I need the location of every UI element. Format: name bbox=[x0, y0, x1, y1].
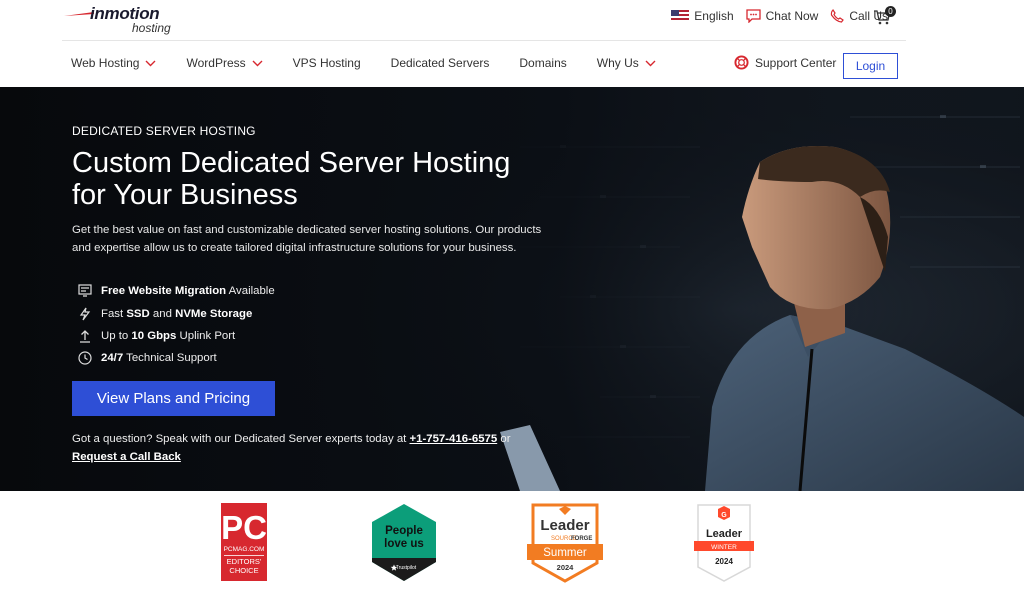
question-text: Got a question? Speak with our Dedicated… bbox=[72, 433, 410, 445]
g2-title: Leader bbox=[706, 528, 743, 540]
lightning-icon bbox=[79, 307, 91, 320]
feature-text: Technical Support bbox=[123, 352, 217, 365]
feature-text: NVMe Storage bbox=[175, 307, 253, 320]
clock-icon bbox=[78, 351, 92, 365]
question-or: or bbox=[497, 433, 511, 445]
chat-now-link[interactable]: Chat Now bbox=[745, 9, 819, 23]
nav-item-label: Why Us bbox=[596, 56, 639, 70]
nav-item-label: WordPress bbox=[186, 56, 246, 70]
nav-item-vps-hosting[interactable]: VPS Hosting bbox=[293, 56, 361, 70]
logo-sub: hosting bbox=[132, 21, 171, 35]
inmotion-logo[interactable]: inmotion hosting bbox=[64, 4, 184, 36]
trustpilot-badge: People love us Trustpilot bbox=[372, 504, 436, 581]
feature-list: Free Website Migration Available Fast SSD… bbox=[78, 280, 275, 370]
chat-icon bbox=[745, 9, 761, 23]
sf-title: Leader bbox=[540, 517, 589, 534]
feature-text: 24/7 bbox=[101, 352, 124, 365]
us-flag-icon bbox=[671, 10, 690, 22]
nav-item-domains[interactable]: Domains bbox=[519, 56, 566, 70]
top-actions: English Chat Now Call Us bbox=[671, 9, 888, 23]
sourceforge-leader-badge: Leader SOURCE FORGE Summer 2024 bbox=[527, 503, 603, 583]
chevron-down-icon bbox=[252, 60, 263, 66]
nav-item-label: Domains bbox=[519, 56, 567, 70]
g2-leader-badge: G Leader WINTER 2024 bbox=[694, 504, 754, 582]
feature-text: Fast bbox=[101, 307, 127, 320]
nav-item-label: VPS Hosting bbox=[292, 56, 361, 70]
lifebuoy-icon bbox=[734, 55, 749, 70]
feature-text: Uplink Port bbox=[176, 329, 236, 342]
cart-count-badge: 0 bbox=[885, 6, 896, 17]
chevron-down-icon bbox=[645, 60, 656, 66]
nav-item-label: Dedicated Servers bbox=[390, 56, 490, 70]
g2-logo-icon: G bbox=[721, 512, 727, 519]
pc-big-text: PC bbox=[221, 509, 267, 546]
feature-item: Fast SSD and NVMe Storage bbox=[78, 302, 275, 324]
awards-strip: PC PCMAG.COM EDITORS' CHOICE People love… bbox=[0, 491, 1024, 599]
pcmag-editors-choice-badge: PC PCMAG.COM EDITORS' CHOICE bbox=[221, 503, 267, 581]
nav-item-wordpress[interactable]: WordPress bbox=[186, 56, 263, 70]
nav-links: Web Hosting WordPress VPS Hosting Dedicated… bbox=[71, 56, 686, 70]
contact-question: Got a question? Speak with our Dedicated… bbox=[72, 431, 552, 466]
upload-arrow-icon bbox=[80, 330, 90, 343]
main-nav: Web Hosting WordPress VPS Hosting Dedicated… bbox=[0, 41, 1024, 87]
hero-eyebrow: DEDICATED SERVER HOSTING bbox=[72, 124, 256, 138]
language-selector[interactable]: English bbox=[671, 9, 734, 23]
nav-item-web-hosting[interactable]: Web Hosting bbox=[71, 56, 156, 70]
top-bar: inmotion hosting English Chat Now Call U… bbox=[0, 0, 1024, 40]
feature-item: 24/7 Technical Support bbox=[78, 347, 275, 369]
pc-site-text: PCMAG.COM bbox=[224, 546, 265, 553]
trustpilot-brand: Trustpilot bbox=[396, 565, 417, 571]
support-center-label: Support Center bbox=[755, 55, 837, 70]
language-label: English bbox=[694, 9, 734, 23]
pc-line2-text: CHOICE bbox=[229, 566, 258, 575]
sf-year: 2024 bbox=[557, 563, 575, 572]
hero-section: DEDICATED SERVER HOSTING Custom Dedicate… bbox=[0, 87, 1024, 491]
phone-link[interactable]: +1-757-416-6575 bbox=[409, 433, 497, 445]
sf-brand-b: FORGE bbox=[571, 536, 592, 542]
nav-item-why-us[interactable]: Why Us bbox=[597, 56, 656, 70]
sf-season: Summer bbox=[543, 547, 587, 559]
login-button[interactable]: Login bbox=[843, 53, 898, 79]
feature-text: SSD bbox=[126, 307, 150, 320]
view-plans-button[interactable]: View Plans and Pricing bbox=[72, 381, 275, 416]
request-callback-link[interactable]: Request a Call Back bbox=[72, 451, 181, 463]
pc-line1-text: EDITORS' bbox=[227, 557, 262, 566]
feature-text: Available bbox=[226, 285, 275, 298]
g2-season: WINTER bbox=[711, 544, 737, 551]
feature-text: 10 Gbps bbox=[131, 329, 177, 342]
phone-icon bbox=[831, 9, 845, 23]
feature-text: Up to bbox=[101, 329, 132, 342]
g2-year: 2024 bbox=[715, 557, 733, 566]
nav-item-label: Web Hosting bbox=[71, 56, 140, 70]
trustpilot-line2: love us bbox=[384, 538, 424, 550]
nav-item-dedicated-servers[interactable]: Dedicated Servers bbox=[391, 56, 490, 70]
migration-icon bbox=[78, 284, 92, 297]
feature-text: and bbox=[149, 307, 176, 320]
hero-title: Custom Dedicated Server Hosting for Your… bbox=[72, 147, 511, 211]
support-center-link[interactable]: Support Center bbox=[734, 55, 836, 70]
cart-button[interactable]: 0 bbox=[873, 6, 896, 28]
hero-description: Get the best value on fast and customiza… bbox=[72, 224, 542, 254]
feature-item: Up to 10 Gbps Uplink Port bbox=[78, 325, 275, 347]
feature-text: Free Website Migration bbox=[101, 285, 227, 298]
chat-now-label: Chat Now bbox=[765, 9, 819, 23]
trustpilot-line1: People bbox=[385, 525, 423, 537]
feature-item: Free Website Migration Available bbox=[78, 280, 275, 302]
chevron-down-icon bbox=[145, 60, 156, 66]
